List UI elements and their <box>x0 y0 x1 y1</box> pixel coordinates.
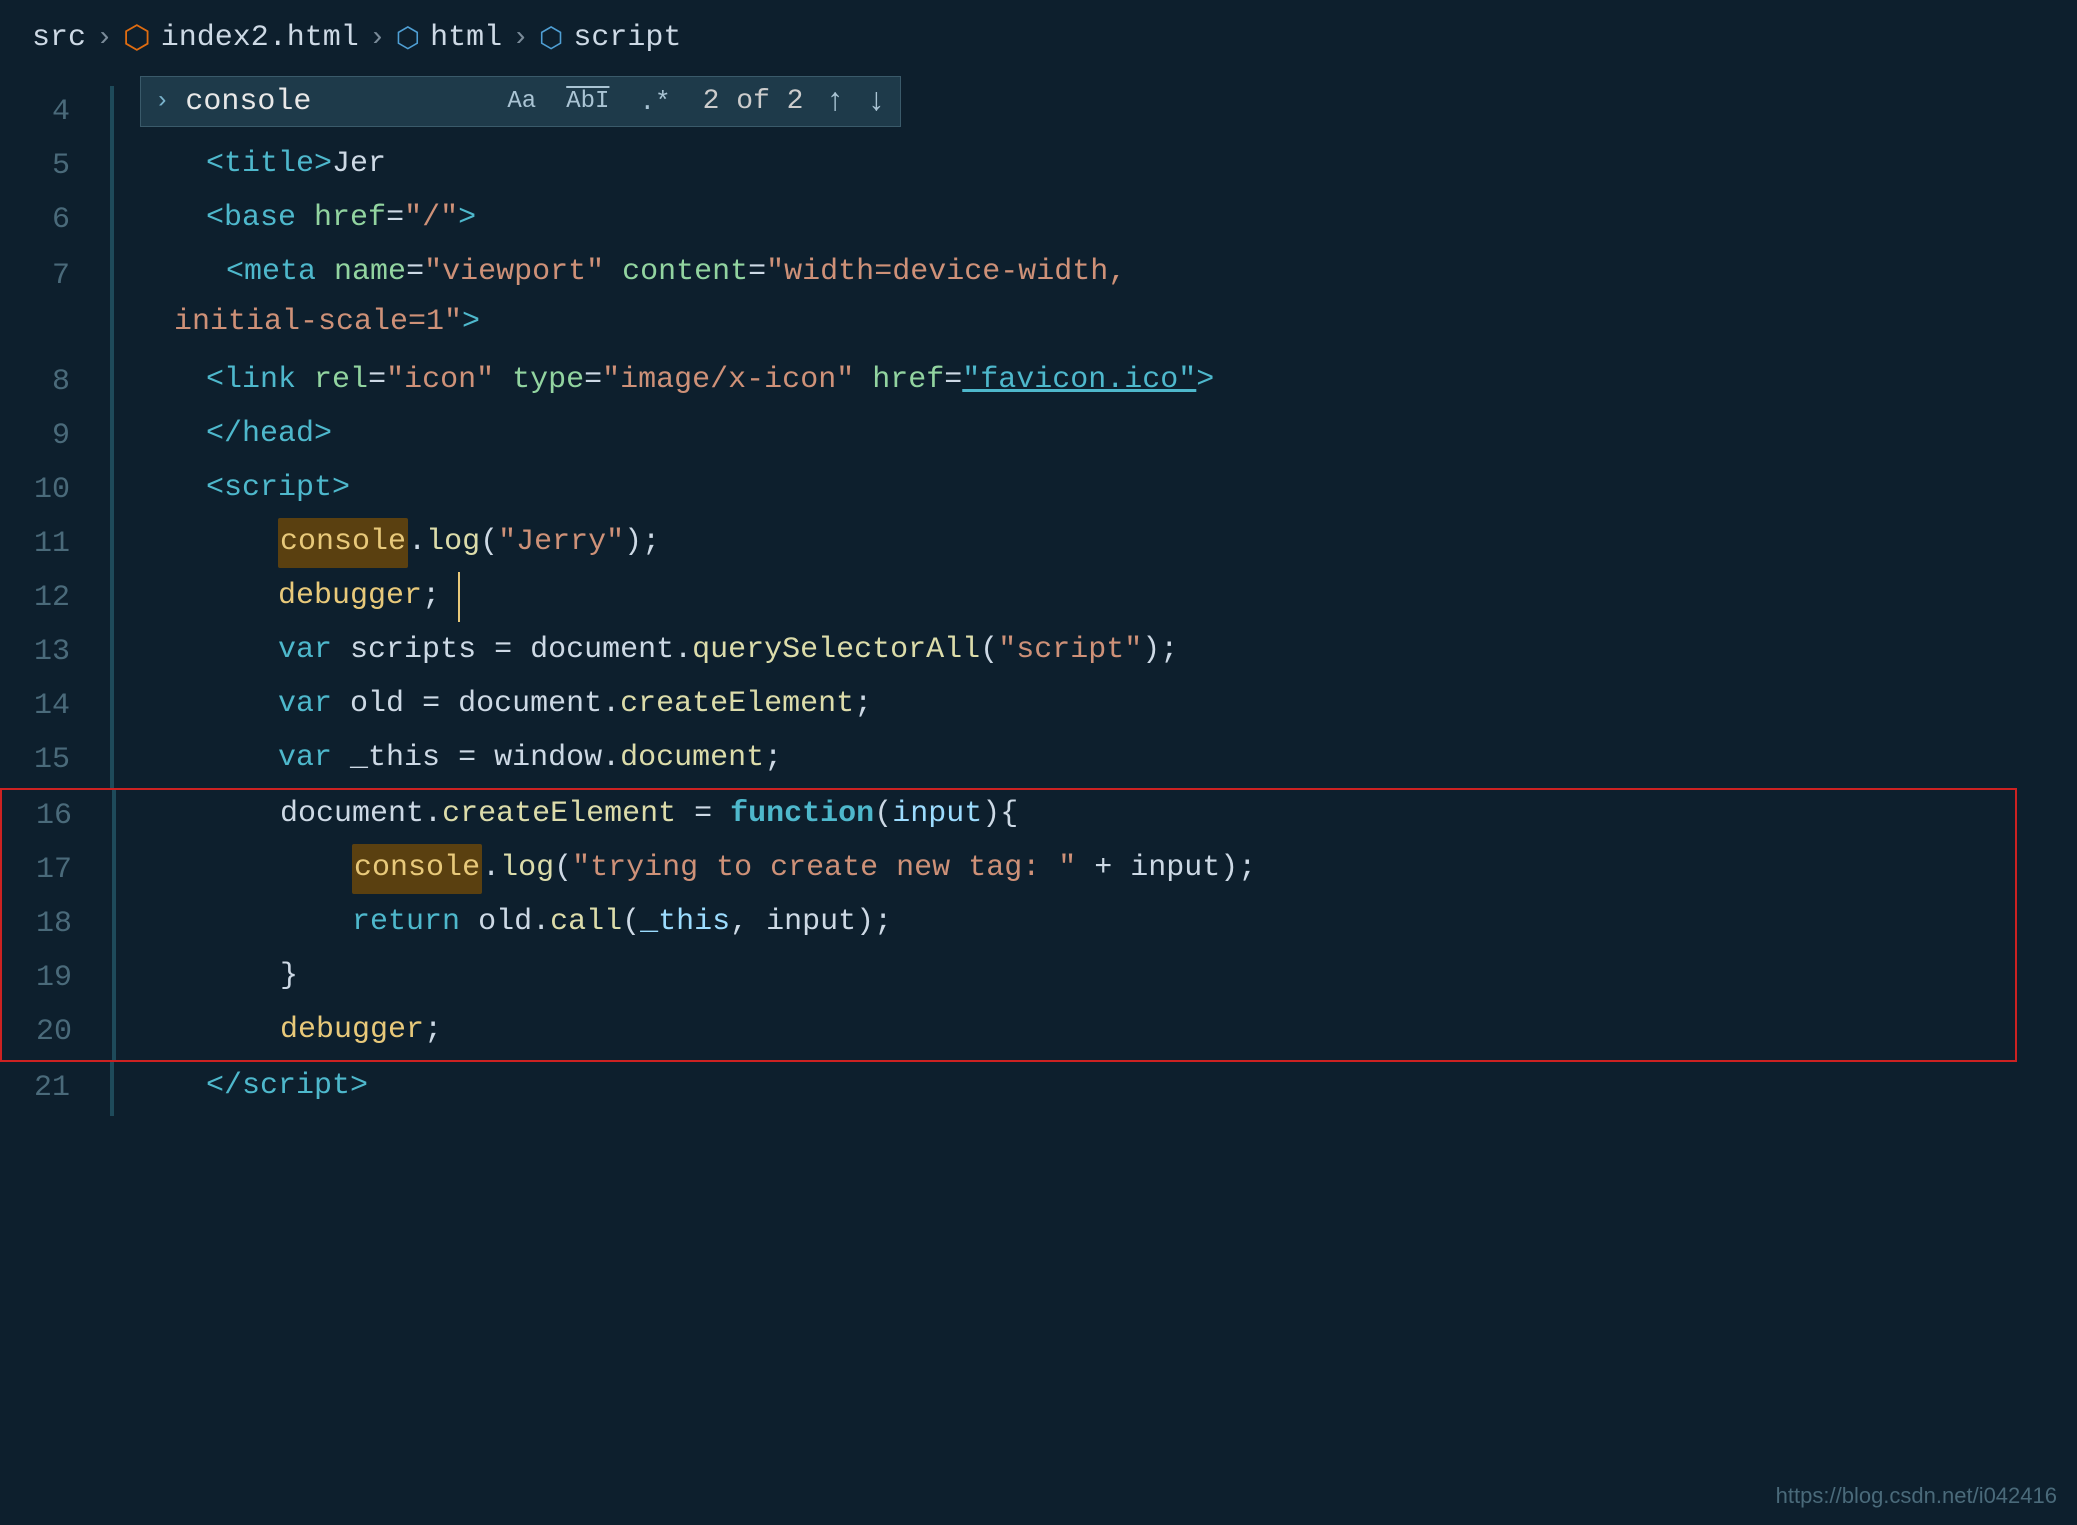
table-row: 21 </script> <box>0 1062 2077 1116</box>
line-number-4: 4 <box>0 86 110 138</box>
breadcrumb-script: script <box>573 21 681 55</box>
table-row: 7 <meta name="viewport" content="width=d… <box>0 248 2077 356</box>
line-content-19: } <box>116 952 2015 1002</box>
html-element-icon: ⬡ <box>396 21 420 56</box>
table-row: 15 var _this = window.document; <box>0 734 2077 788</box>
line-content-20: debugger; <box>116 1006 2015 1056</box>
breadcrumb-sep1: › <box>96 23 113 54</box>
breadcrumb-html[interactable]: html <box>430 21 502 55</box>
line-number-11: 11 <box>0 518 110 570</box>
highlighted-block: 16 document.createElement = function(inp… <box>0 788 2017 1062</box>
table-row: 19 } <box>2 952 2015 1006</box>
table-row: 17 console.log("trying to create new tag… <box>2 844 2015 898</box>
line-number-19: 19 <box>2 952 112 1004</box>
line-content-15: var _this = window.document; <box>114 734 2077 784</box>
table-row: 14 var old = document.createElement; <box>0 680 2077 734</box>
table-row: 9 </head> <box>0 410 2077 464</box>
find-bar: › Aa AbI .* 2 of 2 ↑ ↓ <box>140 76 901 127</box>
table-row: 5 <title>Jer <box>0 140 2077 194</box>
table-row: 8 <link rel="icon" type="image/x-icon" h… <box>0 356 2077 410</box>
find-bar-options: Aa AbI .* <box>501 85 676 119</box>
watermark: https://blog.csdn.net/i042416 <box>1776 1483 2057 1509</box>
html-icon: ⬡ <box>123 18 151 58</box>
line-content-10: <script> <box>114 464 2077 514</box>
line-number-16: 16 <box>2 790 112 842</box>
line-number-15: 15 <box>0 734 110 786</box>
line-content-8: <link rel="icon" type="image/x-icon" hre… <box>114 356 2077 406</box>
line-number-21: 21 <box>0 1062 110 1114</box>
table-row: 10 <script> <box>0 464 2077 518</box>
line-number-9: 9 <box>0 410 110 462</box>
line-content-13: var scripts = document.querySelectorAll(… <box>114 626 2077 676</box>
line-number-17: 17 <box>2 844 112 896</box>
table-row: 6 <base href="/"> <box>0 194 2077 248</box>
code-area: 4 <meta char 5 <title>Jer 6 <base href="… <box>0 76 2077 1116</box>
find-input[interactable] <box>185 85 465 119</box>
line-number-8: 8 <box>0 356 110 408</box>
find-bar-expand-icon[interactable]: › <box>155 88 169 115</box>
breadcrumb-src: src <box>32 21 86 55</box>
line-content-5: <title>Jer <box>114 140 2077 190</box>
line-content-7a: <meta name="viewport" content="width=dev… <box>134 248 2077 298</box>
line-content-9: </head> <box>114 410 2077 460</box>
table-row: 13 var scripts = document.querySelectorA… <box>0 626 2077 680</box>
line-content-7b: initial-scale=1"> <box>134 298 2077 348</box>
line-number-14: 14 <box>0 680 110 732</box>
line-content-16: document.createElement = function(input)… <box>116 790 2015 840</box>
breadcrumb: src › ⬡ index2.html › ⬡ html › ⬡ script <box>0 0 2077 76</box>
line-number-18: 18 <box>2 898 112 950</box>
regex-button[interactable]: .* <box>633 85 676 119</box>
breadcrumb-file[interactable]: index2.html <box>161 21 359 55</box>
line-content-17: console.log("trying to create new tag: "… <box>116 844 2015 894</box>
table-row: 12 debugger; <box>0 572 2077 626</box>
whole-word-button[interactable]: AbI <box>560 86 615 117</box>
line-number-6: 6 <box>0 194 110 246</box>
breadcrumb-sep2: › <box>369 23 386 54</box>
line-content-21: </script> <box>114 1062 2077 1112</box>
line-number-10: 10 <box>0 464 110 516</box>
table-row: 16 document.createElement = function(inp… <box>2 790 2015 844</box>
table-row: 20 debugger; <box>2 1006 2015 1060</box>
find-prev-button[interactable]: ↑ <box>825 83 844 120</box>
line-number-5: 5 <box>0 140 110 192</box>
line-number-20: 20 <box>2 1006 112 1058</box>
editor-container: › Aa AbI .* 2 of 2 ↑ ↓ 4 <meta char 5 <t… <box>0 76 2077 1521</box>
line-number-7: 7 <box>0 248 110 302</box>
find-next-button[interactable]: ↓ <box>867 83 886 120</box>
line-number-13: 13 <box>0 626 110 678</box>
line-content-18: return old.call(_this, input); <box>116 898 2015 948</box>
match-case-button[interactable]: Aa <box>501 86 542 117</box>
line-number-12: 12 <box>0 572 110 624</box>
table-row: 11 console.log("Jerry"); <box>0 518 2077 572</box>
line-content-6: <base href="/"> <box>114 194 2077 244</box>
script-icon: ⬡ <box>539 21 563 56</box>
line-content-14: var old = document.createElement; <box>114 680 2077 730</box>
find-count: 2 of 2 <box>703 86 804 117</box>
line-content-12: debugger; <box>114 572 2077 622</box>
table-row: 18 return old.call(_this, input); <box>2 898 2015 952</box>
breadcrumb-sep3: › <box>512 23 529 54</box>
line-content-11: console.log("Jerry"); <box>114 518 2077 568</box>
